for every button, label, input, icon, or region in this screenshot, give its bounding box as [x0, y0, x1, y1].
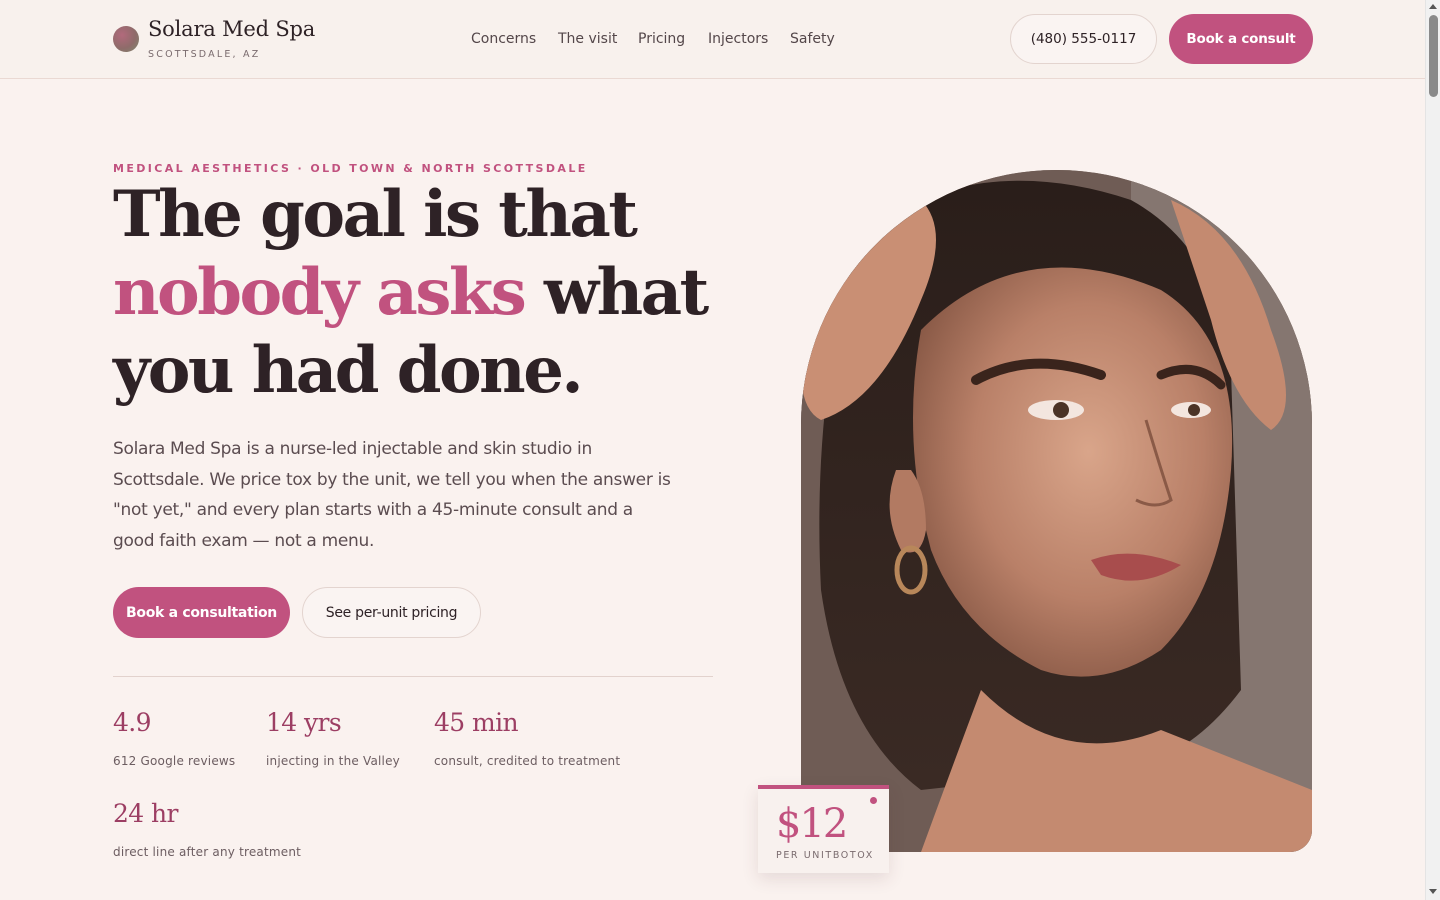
stat-direct-line: 24 hr direct line after any treatment — [113, 799, 301, 859]
scroll-up-arrow-icon[interactable] — [1429, 4, 1437, 9]
portrait-illustration — [801, 170, 1312, 852]
headline-part-1: The goal is that — [113, 177, 638, 252]
hero-description: Solara Med Spa is a nurse-led injectable… — [113, 439, 671, 551]
nav-link-injectors[interactable]: Injectors — [708, 31, 768, 47]
stat-label: direct line after any treatment — [113, 845, 302, 859]
stat-years: 14 yrs injecting in the Valley — [266, 708, 400, 768]
nav-link-safety[interactable]: Safety — [790, 31, 835, 47]
price-unit: PER UNITBOTOX — [776, 850, 874, 861]
stat-label: consult, credited to treatment — [434, 754, 621, 768]
site-header: Solara Med Spa SCOTTSDALE, AZ Concerns T… — [0, 0, 1425, 79]
price-card-dot-icon — [870, 797, 877, 804]
headline-accent: nobody asks — [113, 255, 527, 330]
stat-label: injecting in the Valley — [266, 754, 400, 768]
phone-button[interactable]: (480) 555-0117 — [1010, 14, 1157, 64]
per-unit-pricing-button[interactable]: See per-unit pricing — [302, 587, 481, 638]
scrollbar-thumb[interactable] — [1429, 15, 1438, 97]
price-card: $12 PER UNITBOTOX — [758, 785, 889, 873]
book-consultation-button[interactable]: Book a consultation — [113, 587, 290, 638]
logo-icon[interactable] — [113, 26, 139, 52]
page-scrollbar[interactable] — [1425, 0, 1440, 900]
stats-divider — [113, 676, 713, 677]
stat-reviews: 4.9 612 Google reviews — [113, 708, 235, 768]
stat-consult: 45 min consult, credited to treatment — [434, 708, 620, 768]
nav-link-the-visit[interactable]: The visit — [558, 31, 617, 47]
nav-link-pricing[interactable]: Pricing — [638, 31, 685, 47]
hero-portrait-image — [801, 170, 1312, 852]
stat-label: 612 Google reviews — [113, 754, 236, 768]
brand-name[interactable]: Solara Med Spa — [148, 17, 315, 41]
stat-value: 14 yrs — [266, 708, 342, 737]
hero-eyebrow: MEDICAL AESTHETICS · OLD TOWN & NORTH SC… — [113, 162, 588, 175]
stat-value: 4.9 — [113, 708, 152, 737]
nav-link-concerns[interactable]: Concerns — [471, 31, 536, 47]
hero-headline: The goal is that nobody asks what you ha… — [113, 176, 753, 410]
book-consult-button[interactable]: Book a consult — [1169, 14, 1313, 64]
stat-value: 24 hr — [113, 799, 178, 828]
brand-location: SCOTTSDALE, AZ — [148, 49, 261, 60]
stat-value: 45 min — [434, 708, 519, 737]
price-value: $12 — [776, 801, 848, 847]
scroll-down-arrow-icon[interactable] — [1429, 889, 1437, 894]
